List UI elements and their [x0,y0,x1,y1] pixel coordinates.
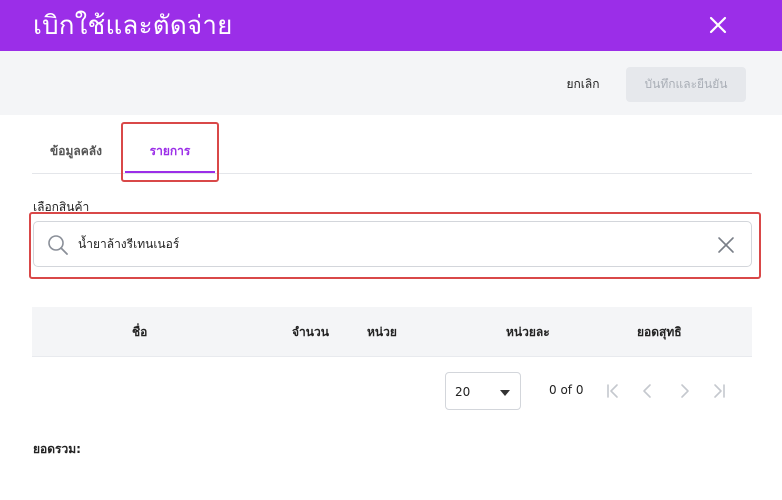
clear-icon[interactable] [715,234,737,256]
product-search-input[interactable] [78,231,698,257]
column-header-quantity[interactable]: จำนวน [292,307,329,357]
save-and-confirm-button[interactable]: บันทึกและยืนยัน [626,67,746,102]
cancel-button[interactable]: ยกเลิก [552,71,614,97]
column-header-net-total[interactable]: ยอดสุทธิ [637,307,682,357]
dialog-title: เบิกใช้และตัดจ่าย [33,11,233,41]
close-icon[interactable] [706,13,730,37]
page-size-value: 20 [455,385,471,399]
search-icon [48,235,68,255]
previous-page-icon[interactable] [638,381,658,401]
column-header-unit-price[interactable]: หน่วยละ [506,307,550,357]
page-size-select[interactable]: 20 [445,372,521,410]
last-page-icon[interactable] [710,381,730,401]
column-header-name[interactable]: ชื่อ [132,307,147,357]
action-bar: ยกเลิก บันทึกและยืนยัน [0,51,782,115]
page-count: 0 of 0 [549,383,584,397]
product-search-box [33,221,752,267]
dialog-header: เบิกใช้และตัดจ่าย [0,0,782,51]
total-label: ยอดรวม: [33,442,81,456]
column-header-unit[interactable]: หน่วย [367,307,397,357]
caret-down-icon [500,390,510,396]
items-table-header: ชื่อ จำนวน หน่วย หน่วยละ ยอดสุทธิ [32,307,752,357]
tab-highlight-box [121,122,219,182]
next-page-icon[interactable] [674,381,694,401]
tab-inventory-info[interactable]: ข้อมูลคลัง [32,125,120,173]
first-page-icon[interactable] [602,381,622,401]
